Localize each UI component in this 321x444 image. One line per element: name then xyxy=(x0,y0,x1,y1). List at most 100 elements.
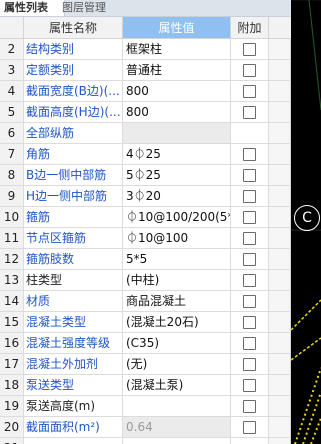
scroll-gutter-cell xyxy=(269,291,291,312)
extra-cell xyxy=(231,375,269,396)
property-name: 材质 xyxy=(24,291,123,312)
row-index: 17 xyxy=(0,354,24,375)
property-value[interactable]: 5*5 xyxy=(123,249,231,270)
table-row[interactable]: 2 结构类别 框架柱 xyxy=(0,39,291,60)
table-row[interactable]: 7 角筋 4⏀25 xyxy=(0,144,291,165)
property-value[interactable] xyxy=(123,123,231,144)
header-name[interactable]: 属性名称 xyxy=(24,17,123,39)
extra-cell xyxy=(231,312,269,333)
row-index: 5 xyxy=(0,102,24,123)
scroll-gutter-cell xyxy=(269,417,291,438)
property-value[interactable] xyxy=(123,396,231,417)
table-row[interactable]: 19 泵送高度(m) xyxy=(0,396,291,417)
table-row[interactable]: 5 截面高度(H边)(... 800 xyxy=(0,102,291,123)
property-value[interactable]: (无) xyxy=(123,354,231,375)
tab-property-list[interactable]: 属性列表 xyxy=(0,0,65,16)
extra-cell xyxy=(231,354,269,375)
property-name: 截面高度(H边)(... xyxy=(24,102,123,123)
row-index: 14 xyxy=(0,291,24,312)
table-row[interactable]: 13 柱类型 (中柱) xyxy=(0,270,291,291)
extra-checkbox[interactable] xyxy=(243,232,256,245)
property-name xyxy=(24,438,123,444)
property-value[interactable] xyxy=(123,438,231,444)
tab-layer-management[interactable]: 图层管理 xyxy=(58,0,132,16)
table-row[interactable]: 8 B边一侧中部筋 5⏀25 xyxy=(0,165,291,186)
extra-checkbox[interactable] xyxy=(243,190,256,203)
extra-checkbox[interactable] xyxy=(243,148,256,161)
property-value[interactable]: 4⏀25 xyxy=(123,144,231,165)
extra-checkbox[interactable] xyxy=(243,316,256,329)
row-index: 21 xyxy=(0,438,24,444)
extra-cell xyxy=(231,249,269,270)
extra-checkbox[interactable] xyxy=(243,253,256,266)
table-row[interactable]: 21 xyxy=(0,438,291,444)
extra-cell xyxy=(231,270,269,291)
property-value[interactable]: 5⏀25 xyxy=(123,165,231,186)
row-index: 2 xyxy=(0,39,24,60)
scroll-gutter-cell xyxy=(269,354,291,375)
property-name: 混凝土强度等级 xyxy=(24,333,123,354)
property-value[interactable]: 普通柱 xyxy=(123,60,231,81)
header-value[interactable]: 属性值 xyxy=(123,17,231,39)
table-row[interactable]: 12 箍筋肢数 5*5 xyxy=(0,249,291,270)
property-value[interactable]: ⏀10@100/200(5* xyxy=(123,207,231,228)
property-value[interactable]: 框架柱 xyxy=(123,39,231,60)
extra-cell xyxy=(231,60,269,81)
row-index: 7 xyxy=(0,144,24,165)
table-row[interactable]: 4 截面宽度(B边)(... 800 xyxy=(0,81,291,102)
property-value[interactable]: 0.64 xyxy=(123,417,231,438)
extra-checkbox[interactable] xyxy=(243,43,256,56)
table-row[interactable]: 10 箍筋 ⏀10@100/200(5* xyxy=(0,207,291,228)
table-row[interactable]: 9 H边一侧中部筋 3⏀20 xyxy=(0,186,291,207)
scroll-gutter-cell xyxy=(269,144,291,165)
property-value[interactable]: 800 xyxy=(123,81,231,102)
extra-cell xyxy=(231,333,269,354)
property-panel: 属性列表 图层管理 属性名称 属性值 附加 2 结构类别 框架柱 3 定额类别 普通柱 4 截… xyxy=(0,0,291,444)
row-index: 13 xyxy=(0,270,24,291)
extra-checkbox[interactable] xyxy=(243,211,256,224)
extra-checkbox[interactable] xyxy=(243,64,256,77)
property-name: 泵送高度(m) xyxy=(24,396,123,417)
extra-cell xyxy=(231,228,269,249)
extra-checkbox[interactable] xyxy=(243,400,256,413)
scroll-gutter-cell xyxy=(269,123,291,144)
extra-checkbox[interactable] xyxy=(243,337,256,350)
property-value[interactable]: (混凝土泵) xyxy=(123,375,231,396)
property-value[interactable]: ⏀10@100 xyxy=(123,228,231,249)
property-value[interactable]: (C35) xyxy=(123,333,231,354)
table-row[interactable]: 3 定额类别 普通柱 xyxy=(0,60,291,81)
header-extra[interactable]: 附加 xyxy=(231,17,269,39)
scroll-gutter-cell xyxy=(269,186,291,207)
property-name: 箍筋肢数 xyxy=(24,249,123,270)
scroll-gutter-cell xyxy=(269,438,291,444)
extra-checkbox[interactable] xyxy=(243,106,256,119)
extra-checkbox[interactable] xyxy=(243,421,256,434)
table-row[interactable]: 11 节点区箍筋 ⏀10@100 xyxy=(0,228,291,249)
property-value[interactable]: 商品混凝土 xyxy=(123,291,231,312)
table-row[interactable]: 14 材质 商品混凝土 xyxy=(0,291,291,312)
property-value[interactable]: (混凝土20石) xyxy=(123,312,231,333)
property-name: B边一侧中部筋 xyxy=(24,165,123,186)
table-row[interactable]: 15 混凝土类型 (混凝土20石) xyxy=(0,312,291,333)
extra-cell xyxy=(231,186,269,207)
extra-cell xyxy=(231,291,269,312)
row-index: 8 xyxy=(0,165,24,186)
table-row[interactable]: 16 混凝土强度等级 (C35) xyxy=(0,333,291,354)
extra-checkbox[interactable] xyxy=(243,358,256,371)
property-value[interactable]: (中柱) xyxy=(123,270,231,291)
extra-checkbox[interactable] xyxy=(243,274,256,287)
extra-checkbox[interactable] xyxy=(243,379,256,392)
table-row[interactable]: 20 截面面积(m²) 0.64 xyxy=(0,417,291,438)
property-value[interactable]: 800 xyxy=(123,102,231,123)
table-row[interactable]: 18 泵送类型 (混凝土泵) xyxy=(0,375,291,396)
table-row[interactable]: 6 全部纵筋 xyxy=(0,123,291,144)
property-name: 混凝土外加剂 xyxy=(24,354,123,375)
canvas-marker-c[interactable]: C xyxy=(294,205,320,231)
extra-checkbox[interactable] xyxy=(243,85,256,98)
property-value[interactable]: 3⏀20 xyxy=(123,186,231,207)
table-row[interactable]: 17 混凝土外加剂 (无) xyxy=(0,354,291,375)
extra-cell xyxy=(231,144,269,165)
extra-checkbox[interactable] xyxy=(243,169,256,182)
scroll-gutter-cell xyxy=(269,39,291,60)
extra-checkbox[interactable] xyxy=(243,295,256,308)
